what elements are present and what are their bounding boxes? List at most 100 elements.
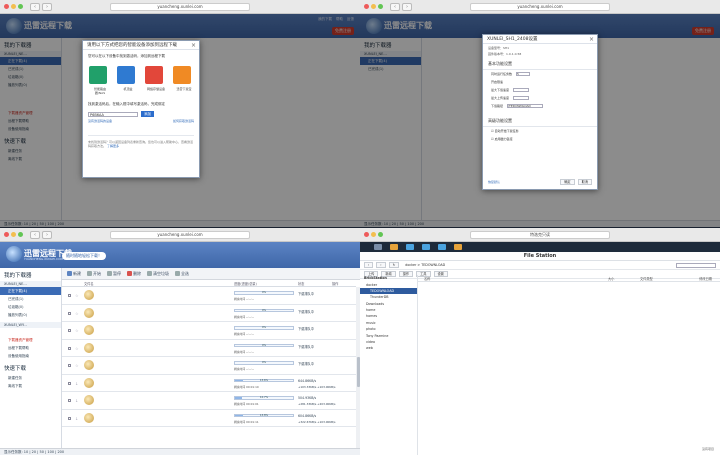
close-window-icon[interactable] (364, 4, 369, 9)
delete-button[interactable]: 删除 (127, 271, 141, 277)
no-code-link[interactable]: 没有激活码的设备 (88, 119, 112, 123)
main-menu-icon[interactable] (374, 244, 382, 250)
table-row[interactable]: ↓ 12.7% 剩余时间 00:01:01 504.93KB/s +281.33KB/s… (62, 392, 356, 410)
table-row[interactable]: ☆ 0% 剩余时间 --:--:-- 下载排队中 (62, 322, 356, 340)
task-count-select[interactable]: 5 (516, 72, 531, 76)
minimize-window-icon[interactable] (11, 232, 16, 237)
row-speed-limit[interactable]: 开启限速 (483, 78, 597, 86)
cloud-icon[interactable] (406, 244, 414, 250)
activation-code-input[interactable]: P6B6AA (88, 111, 138, 117)
back-icon[interactable]: ‹ (390, 3, 400, 11)
forward-icon[interactable]: › (42, 3, 52, 11)
table-row[interactable]: ☆ 0% 剩余时间 --:--:-- 下载排队中 (62, 357, 356, 375)
row-checkbox[interactable] (68, 416, 71, 420)
close-window-icon[interactable] (4, 4, 9, 9)
refresh-icon[interactable]: ↻ (388, 262, 400, 268)
table-row[interactable]: ☆ 0% 剩余时间 --:--:-- 下载排队中 (62, 305, 356, 322)
row-checkbox[interactable] (68, 294, 71, 297)
progress-bar: 13.8% (234, 413, 294, 417)
file-station-icon[interactable] (390, 244, 398, 250)
forward-icon[interactable]: › (376, 262, 386, 268)
tile-router[interactable]: 智能路由器/NAS (89, 66, 111, 95)
row-max-download: 最大下载速度 (483, 86, 597, 94)
close-icon[interactable]: × (191, 41, 196, 50)
address-bar[interactable]: yuancheng.xunlei.com (470, 3, 610, 11)
folder-icon[interactable] (454, 244, 462, 250)
sidebar-item-playlist[interactable]: 播放列表(0) (0, 311, 61, 319)
tree-folder-item[interactable]: web (360, 345, 417, 351)
row-checkbox[interactable] (68, 381, 71, 385)
sidebar-link-asset[interactable]: 下载器资产管理 (0, 336, 61, 344)
check-auto-start[interactable]: ☑ 自动开始下载任务 (483, 127, 597, 135)
quick-new-task[interactable]: 新建任务 (0, 374, 61, 382)
file-thumbnail-icon (84, 342, 94, 353)
row-checkbox[interactable] (68, 311, 71, 315)
new-task-button[interactable]: 新建 (67, 271, 81, 277)
row-checkbox[interactable] (68, 329, 71, 332)
address-bar[interactable]: yuancheng.xunlei.com (110, 3, 250, 11)
cancel-button[interactable]: 取消 (577, 179, 592, 185)
row-checkbox[interactable] (68, 346, 71, 350)
maximize-window-icon[interactable] (378, 232, 383, 237)
close-window-icon[interactable] (4, 232, 9, 237)
select-all-button[interactable]: 全选 (175, 271, 189, 277)
max-download-input[interactable] (513, 88, 530, 92)
progress-bar: 13.6% (234, 378, 294, 382)
minimize-window-icon[interactable] (371, 232, 376, 237)
plus-icon (67, 271, 72, 276)
address-bar[interactable]: yuancheng.xunlei.com (110, 231, 250, 239)
sidebar-item-completed[interactable]: 已完成(1) (0, 295, 61, 303)
start-button[interactable]: 开始 (87, 271, 101, 277)
logo-subtext: YUANCHENG.XUNLEI.COM (24, 257, 64, 261)
quick-offline[interactable]: 离线下载 (0, 382, 61, 390)
device-name-2[interactable]: XUNLEI_WY... (0, 322, 61, 328)
download-path-input[interactable]: /TEDOWNLOAD (507, 104, 544, 108)
maximize-window-icon[interactable] (18, 232, 23, 237)
address-bar[interactable]: 特洛克只读 (470, 231, 610, 239)
table-row[interactable]: ↓ 13.6% 剩余时间 00:01:10 644.86KB/s +103.33KB/s… (62, 375, 356, 392)
clear-trash-button[interactable]: 清空垃圾 (147, 271, 169, 277)
sidebar-link-help[interactable]: 远程下载帮助 (0, 344, 61, 352)
current-path[interactable]: docker > TEDOWNLOAD (405, 263, 445, 267)
bind-button[interactable]: 添加 (141, 111, 154, 117)
row-checkbox[interactable] (68, 364, 71, 367)
back-icon[interactable]: ‹ (30, 231, 40, 239)
download-arrow-icon: ↓ (75, 398, 79, 403)
pause-button[interactable]: 暂停 (107, 271, 121, 277)
cloud-icon-2[interactable] (422, 244, 430, 250)
back-icon[interactable]: ‹ (30, 3, 40, 11)
close-window-icon[interactable] (364, 232, 369, 237)
forward-icon[interactable]: › (42, 231, 52, 239)
sidebar-item-trash[interactable]: 垃圾箱(0) (0, 303, 61, 311)
close-icon[interactable]: × (589, 35, 594, 44)
forward-icon[interactable]: › (402, 3, 412, 11)
table-row[interactable]: ☆ 0% 剩余时间 --:--:-- 下载排队中 (62, 287, 356, 305)
list-header: 文件名 进度(进度/总量) 状态 操作 (62, 280, 356, 287)
tile-tvbox[interactable]: 机顶盒 (117, 66, 139, 95)
check-magnet[interactable]: ☑ 启用磁力链接 (483, 135, 597, 143)
cloud-icon-3[interactable] (438, 244, 446, 250)
search-input[interactable] (676, 262, 716, 268)
table-row[interactable]: ☆ 0% 剩余时间 --:--:-- 下载排队中 (62, 340, 356, 357)
progress-text: 0% (261, 326, 267, 329)
minimize-window-icon[interactable] (11, 4, 16, 9)
tile-nas[interactable]: 网络存储设备 (145, 66, 167, 95)
download-speed: +281.33KB/s +203.00KB/s (298, 402, 336, 406)
table-row[interactable]: ↓ 13.8% 剩余时间 00:01:11 604.86KB/s +322.67KB/s… (62, 410, 356, 427)
restore-defaults-link[interactable]: 恢复默认 (488, 180, 500, 184)
window-download-list: ‹ › yuancheng.xunlei.com 迅雷远程下载 YUANCHEN… (0, 228, 360, 455)
download-state: 下载排队中 (298, 292, 314, 296)
minimize-window-icon[interactable] (371, 4, 376, 9)
maximize-window-icon[interactable] (18, 4, 23, 9)
maximize-window-icon[interactable] (378, 4, 383, 9)
back-icon[interactable]: ‹ (364, 262, 374, 268)
ok-button[interactable]: 确定 (560, 179, 575, 185)
sidebar-link-guide[interactable]: 设备使用指南 (0, 352, 61, 360)
row-checkbox[interactable] (68, 399, 71, 402)
learn-more-link[interactable]: 了解更多 (107, 144, 119, 148)
sidebar-item-downloading[interactable]: 正在下载(4) (0, 287, 61, 295)
tile-downloader[interactable]: 迅雷下载宝 (173, 66, 195, 95)
how-get-code-link[interactable]: 如何获取激活码 (173, 119, 194, 123)
max-upload-input[interactable] (513, 96, 530, 100)
progress-text: 12.7% (259, 396, 269, 399)
